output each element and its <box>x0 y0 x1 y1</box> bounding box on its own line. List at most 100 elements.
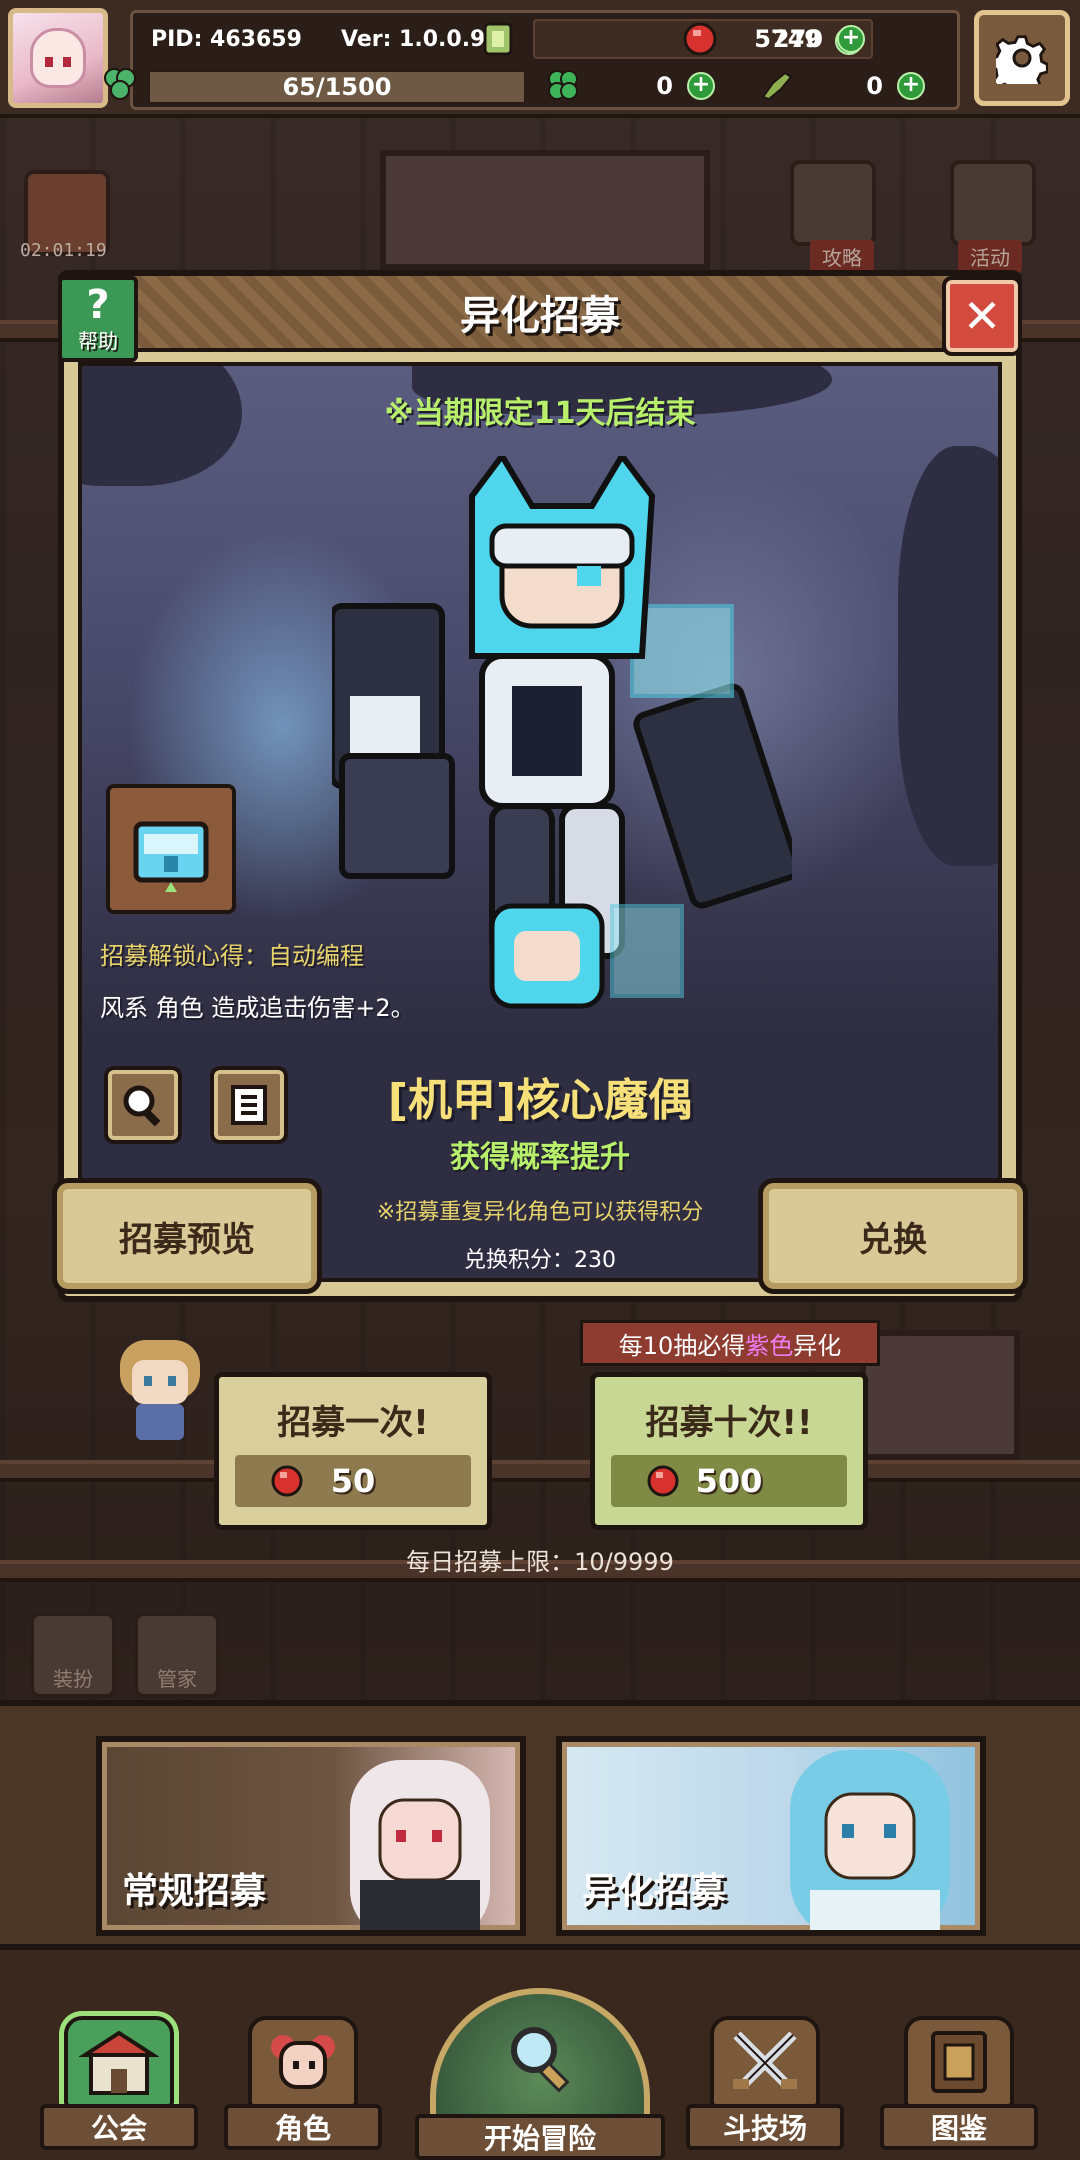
nav-arena[interactable]: 斗技场 <box>686 2000 844 2150</box>
nav-guild[interactable]: 公会 <box>40 2000 198 2150</box>
daily-limit: 每日招募上限：10/9999 <box>406 1548 674 1576</box>
recruit-once-cost: 50 <box>235 1455 471 1507</box>
special-banner-art <box>790 1750 950 1930</box>
unlock-reward-icon[interactable] <box>106 784 236 914</box>
horn-value: 0 <box>866 72 883 100</box>
exchange-button-label: 兑换 <box>859 1219 927 1260</box>
avatar-face <box>30 28 86 88</box>
strategy-button <box>790 160 876 246</box>
red-gem-icon <box>271 1465 303 1497</box>
unlock-tip: 招募解锁心得：自动编程 <box>100 942 364 970</box>
background-shelf <box>0 1460 1080 1482</box>
nav-arena-label: 斗技场 <box>686 2104 844 2150</box>
rate-up-label: 获得概率提升 <box>450 1140 630 1175</box>
clover-value: 0 <box>656 72 673 100</box>
clover-counter: 0 + <box>603 66 723 106</box>
nav-adventure-label: 开始冒险 <box>415 2114 665 2160</box>
add-gem-button[interactable]: + <box>837 25 865 53</box>
event-tag: 活动 <box>958 240 1022 273</box>
guild-hall-icon <box>64 2016 174 2108</box>
background-bookshelf <box>860 1330 1020 1460</box>
gem-counter: 270 + <box>723 19 873 59</box>
nav-character[interactable]: 角色 <box>224 2000 382 2150</box>
recruit-ten-label: 招募十次!! <box>645 1403 813 1443</box>
recruit-ten-cost-value: 500 <box>695 1462 763 1500</box>
player-id: PID: 463659 <box>151 26 302 52</box>
recruit-once-label: 招募一次! <box>277 1403 429 1443</box>
top-hud: PID: 463659 Ver: 1.0.0.9 5749 + 270 + <box>0 0 1080 118</box>
character-info-panel: [机甲]核心魔偶 获得概率提升 ※招募重复异化角色可以获得积分 兑换积分：230… <box>52 1046 1028 1294</box>
gear-icon <box>996 35 1048 84</box>
dress-up-label: 装扮 <box>53 1667 93 1691</box>
game-version: Ver: 1.0.0.9 <box>341 26 486 52</box>
event-button <box>950 160 1036 246</box>
mech-chest-icon <box>133 821 209 892</box>
npc-character <box>120 1340 200 1440</box>
stamina-bar: 65/1500 <box>147 69 527 105</box>
nav-codex[interactable]: 图鉴 <box>880 2000 1038 2150</box>
coin-icon <box>483 22 513 56</box>
featured-banner-art: ※当期限定11天后结束 招募解锁心得：自动编程 风系 角色 造成追击伤害+2。 <box>82 366 998 1046</box>
bonus-tip: 风系 角色 造成追击伤害+2。 <box>100 994 415 1022</box>
background-window <box>380 150 710 270</box>
dress-up-button: 装扮 <box>30 1612 116 1698</box>
book-icon <box>904 2016 1014 2108</box>
preview-button-label: 招募预览 <box>119 1219 255 1260</box>
resource-row-1: PID: 463659 Ver: 1.0.0.9 5749 + 270 + <box>133 16 957 62</box>
world-map-icon <box>430 1988 650 2118</box>
recruit-ten-button[interactable]: 招募十次!! 500 <box>590 1372 868 1530</box>
horn-counter: 0 + <box>813 66 933 106</box>
butler-label: 管家 <box>157 1667 197 1691</box>
bottom-nav: 公会 角色 开始冒险 斗技场 图鉴 <box>0 1950 1080 2160</box>
guarantee-suffix: 异化 <box>793 1331 842 1360</box>
guarantee-highlight: 紫色 <box>745 1331 794 1360</box>
close-icon: ✕ <box>962 289 1002 343</box>
question-icon: ? <box>86 281 110 328</box>
normal-recruit-banner[interactable]: 常规招募 <box>96 1736 526 1936</box>
guarantee-prefix: 每10抽必得 <box>618 1331 746 1360</box>
special-recruit-banner[interactable]: 异化招募 <box>556 1736 986 1936</box>
recruit-once-cost-value: 50 <box>330 1462 376 1500</box>
help-button[interactable]: ? 帮助 <box>58 276 138 362</box>
red-gem-icon <box>683 22 717 56</box>
nav-character-label: 角色 <box>224 2104 382 2150</box>
gem-value: 270 <box>772 25 823 53</box>
nav-adventure[interactable]: 开始冒险 <box>410 1970 670 2160</box>
limited-time-notice: ※当期限定11天后结束 <box>384 396 696 431</box>
add-horn-button[interactable]: + <box>897 72 925 100</box>
preview-button[interactable]: 招募预览 <box>52 1178 322 1294</box>
exchange-button[interactable]: 兑换 <box>758 1178 1028 1294</box>
help-label: 帮助 <box>78 328 118 353</box>
clover-icon <box>548 70 578 100</box>
normal-banner-art <box>350 1760 490 1930</box>
recruit-once-button[interactable]: 招募一次! 50 <box>214 1372 492 1530</box>
event-timer: 02:01:19 <box>20 240 107 261</box>
add-clover-button[interactable]: + <box>687 72 715 100</box>
nav-codex-label: 图鉴 <box>880 2104 1038 2150</box>
cave-rock <box>898 446 998 866</box>
guarantee-tag: 每10抽必得 紫色 异化 <box>580 1320 880 1366</box>
strategy-tag: 攻略 <box>810 240 874 273</box>
featured-character-art <box>332 456 792 1009</box>
settings-button[interactable] <box>974 10 1070 106</box>
resource-row-2: 65/1500 0 + 0 + <box>104 63 957 109</box>
special-recruit-label: 异化招募 <box>582 1871 727 1912</box>
featured-character-name: [机甲]核心魔偶 <box>387 1075 693 1126</box>
normal-recruit-label: 常规招募 <box>122 1871 267 1912</box>
popup-title: 异化招募 <box>460 293 620 339</box>
recruit-ten-cost: 500 <box>611 1455 847 1507</box>
stamina-value: 65/1500 <box>282 73 392 101</box>
resource-panel: PID: 463659 Ver: 1.0.0.9 5749 + 270 + <box>104 10 960 110</box>
popup-content: ※当期限定11天后结束 招募解锁心得：自动编程 风系 角色 造成追击伤害+2。 … <box>52 362 1028 1294</box>
character-icon <box>248 2016 358 2108</box>
horn-icon <box>761 71 793 101</box>
nav-guild-label: 公会 <box>40 2104 198 2150</box>
crossed-swords-icon <box>710 2016 820 2108</box>
red-gem-icon <box>647 1465 679 1497</box>
clover-icon <box>104 68 136 100</box>
close-button[interactable]: ✕ <box>942 276 1022 356</box>
butler-button: 管家 <box>134 1612 220 1698</box>
magnifier-icon <box>511 2027 570 2093</box>
popup-header: 异化招募 <box>124 276 956 352</box>
player-avatar[interactable] <box>8 8 108 108</box>
